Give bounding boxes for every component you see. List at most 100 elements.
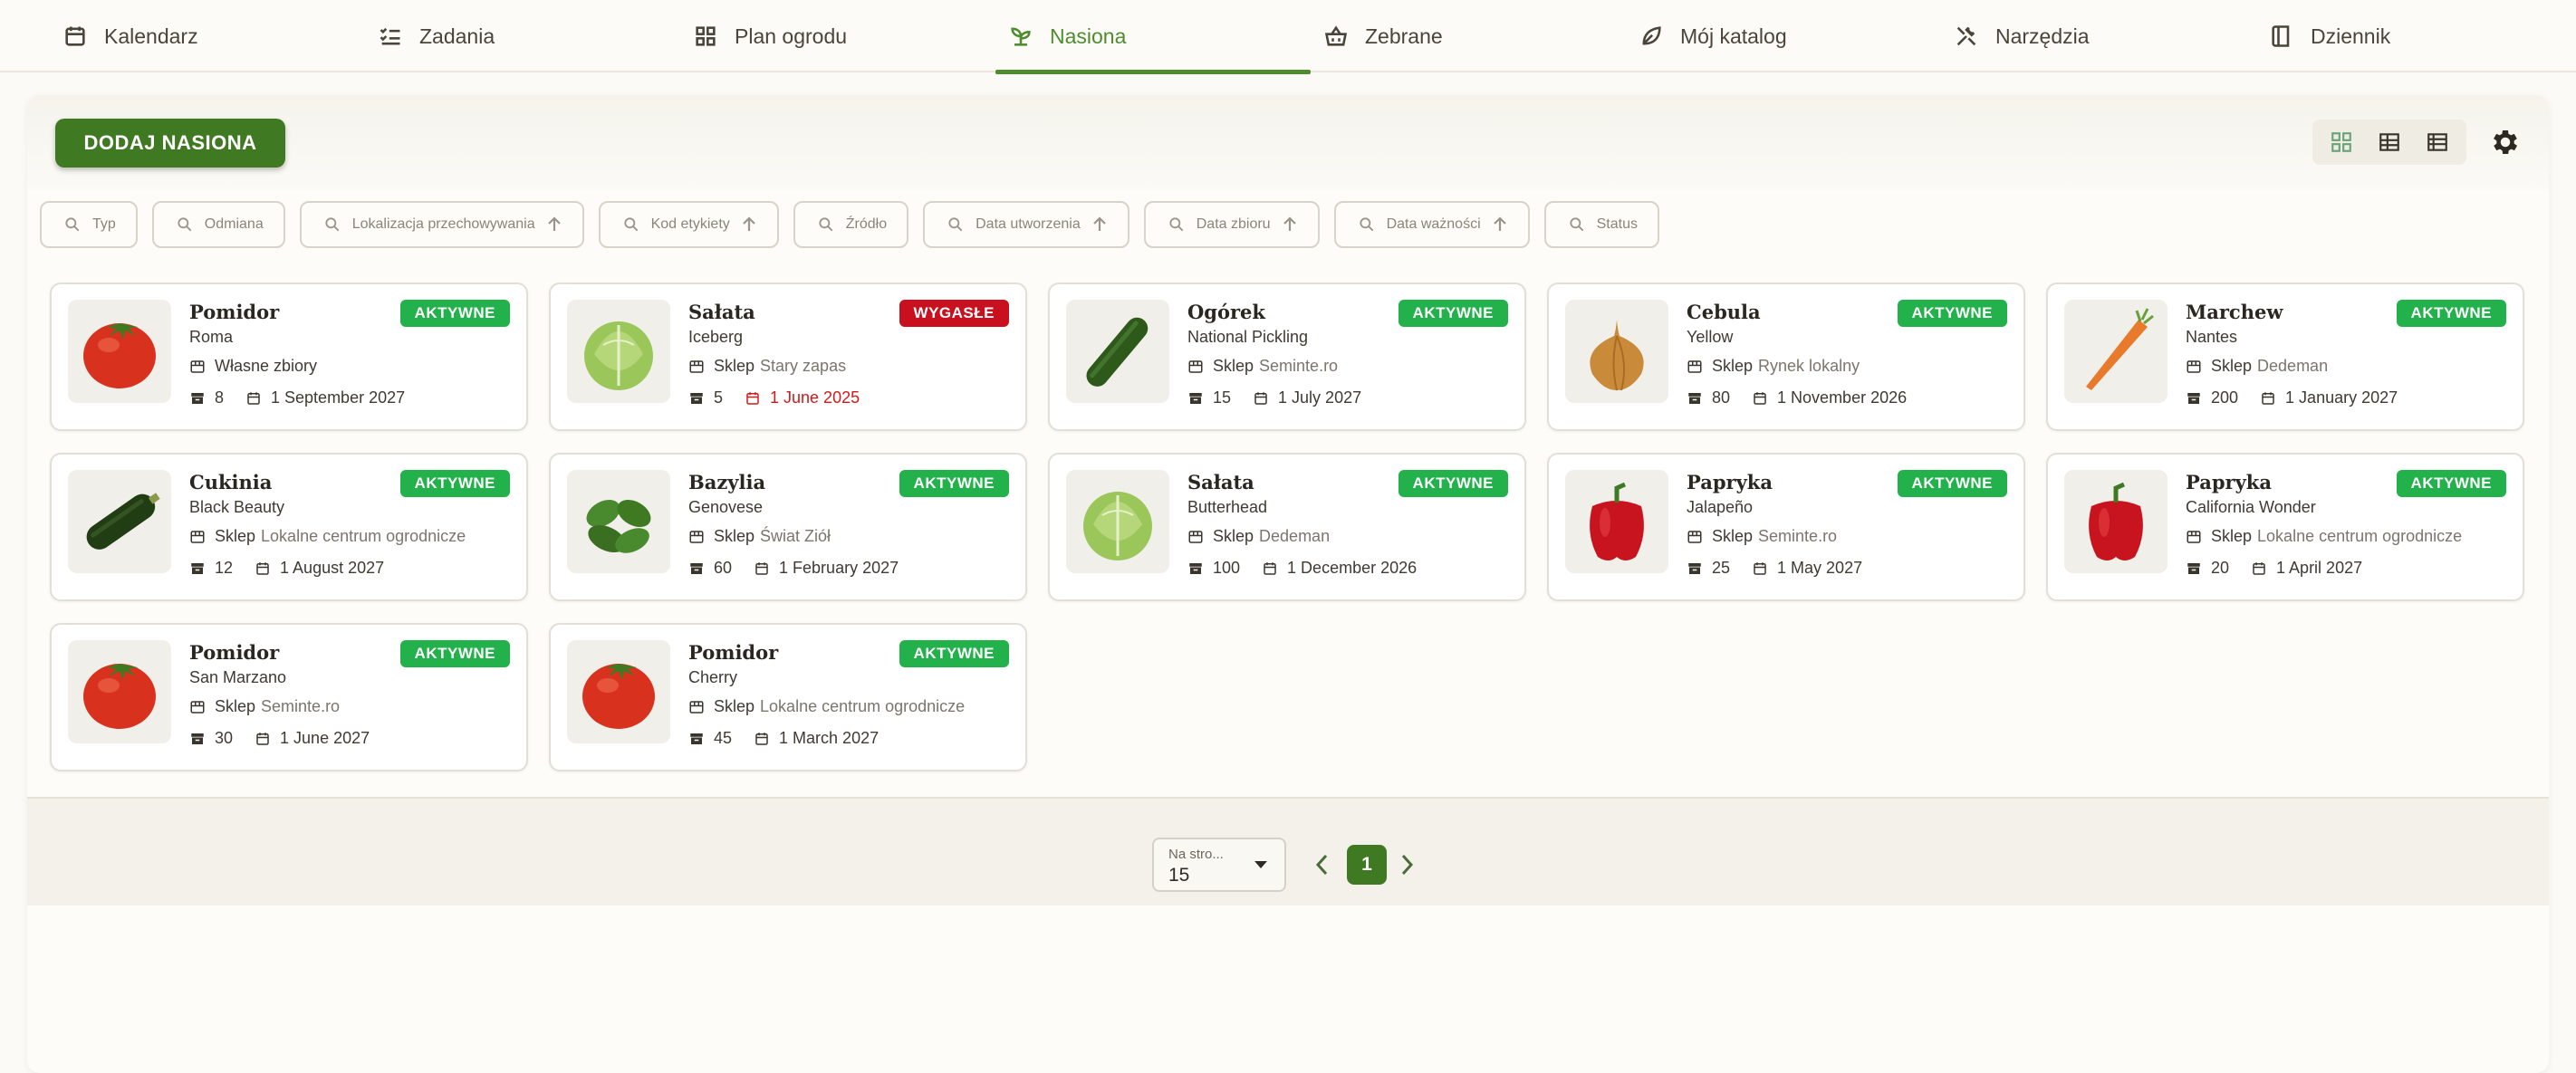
nav-tab-6[interactable]: Narzędzia <box>1941 0 2256 72</box>
seed-card[interactable]: Ogórek National Pickling AKTYWNE Sklep S… <box>1048 283 1526 431</box>
filter-placeholder: Lokalizacja przechowywania <box>351 216 535 232</box>
store-icon <box>1687 530 1702 543</box>
sort-arrow-up-icon[interactable] <box>546 216 562 234</box>
calendar-icon <box>256 561 269 575</box>
seed-image <box>68 470 171 573</box>
nav-tab-label: Dziennik <box>2311 24 2391 48</box>
filter-input[interactable]: Źródło <box>793 201 909 248</box>
cucumber-image <box>1066 300 1169 403</box>
filter-input[interactable]: Data ważności <box>1333 201 1530 248</box>
seed-name: Pomidor <box>189 301 280 323</box>
previous-page-button[interactable] <box>1312 851 1332 878</box>
filter-input[interactable]: Status <box>1543 201 1659 248</box>
seed-image <box>68 300 171 403</box>
seed-card[interactable]: Cukinia Black Beauty AKTYWNE Sklep Lokal… <box>50 453 528 601</box>
expiry-date: 1 March 2027 <box>754 729 879 748</box>
sort-arrow-up-icon[interactable] <box>1492 216 1508 234</box>
seed-card[interactable]: Cebula Yellow AKTYWNE Sklep Rynek lokaln… <box>1547 283 2025 431</box>
seed-card[interactable]: Papryka Jalapeño AKTYWNE Sklep Seminte.r… <box>1547 453 2025 601</box>
nav-tab-3[interactable]: Nasiona <box>995 0 1311 74</box>
seed-card[interactable]: Bazylia Genovese AKTYWNE Sklep Świat Zió… <box>549 453 1027 601</box>
status-badge: AKTYWNE <box>1897 470 2007 497</box>
source-name: Lokalne centrum ogrodnicze <box>2257 527 2463 545</box>
nav-tab-4[interactable]: Zebrane <box>1311 0 1626 72</box>
filter-placeholder: Odmiana <box>204 216 264 232</box>
nav-tab-7[interactable]: Dziennik <box>2256 0 2571 72</box>
seed-card[interactable]: Papryka California Wonder AKTYWNE Sklep … <box>2046 453 2524 601</box>
filter-input[interactable]: Odmiana <box>151 201 285 248</box>
page-number-button[interactable]: 1 <box>1347 845 1387 885</box>
next-page-button[interactable] <box>1397 851 1417 878</box>
expiry-date: 1 June 2025 <box>745 388 860 407</box>
leaf-icon <box>1642 26 1661 45</box>
seed-variety: Cherry <box>688 668 738 686</box>
filter-placeholder: Data zbioru <box>1196 216 1271 232</box>
expiry-date-text: 1 March 2027 <box>779 729 879 747</box>
seed-name: Ogórek <box>1187 301 1265 323</box>
per-page-label: Na stro... <box>1168 847 1224 862</box>
seed-card[interactable]: Pomidor Roma AKTYWNE Własne zbiory 8 1 S… <box>50 283 528 431</box>
source-name: Dedeman <box>1259 527 1331 545</box>
seed-name: Papryka <box>2186 471 2272 493</box>
filter-input[interactable]: Typ <box>40 201 138 248</box>
seed-card[interactable]: Sałata Iceberg WYGASŁE Sklep Stary zapas… <box>549 283 1027 431</box>
source-name: Dedeman <box>2257 357 2329 375</box>
filter-input[interactable]: Lokalizacja przechowywania <box>299 201 584 248</box>
basket-icon <box>1324 25 1348 46</box>
store-icon <box>689 359 704 373</box>
chevron-left-icon <box>1315 854 1328 876</box>
nav-tab-label: Zadania <box>419 24 495 48</box>
add-seeds-button[interactable]: DODAJ NASIONA <box>55 119 285 168</box>
seed-card[interactable]: Sałata Butterhead AKTYWNE Sklep Dedeman … <box>1048 453 1526 601</box>
seed-card[interactable]: Marchew Nantes AKTYWNE Sklep Dedeman 200… <box>2046 283 2524 431</box>
seed-source: Sklep Lokalne centrum ogrodnicze <box>688 697 965 716</box>
box-icon <box>1688 562 1701 574</box>
store-icon <box>689 700 704 714</box>
filter-input[interactable]: Data zbioru <box>1143 201 1320 248</box>
calendar-icon <box>755 732 768 745</box>
expiry-date-text: 1 August 2027 <box>280 559 385 577</box>
calendar-icon <box>2262 391 2274 405</box>
seed-quantity: 45 <box>714 729 733 747</box>
pagination-bar: Na stro... 15 1 <box>27 797 2549 905</box>
seed-quantity: 30 <box>215 729 234 747</box>
source-name: Stary zapas <box>760 357 847 375</box>
source-type: Sklep <box>215 527 256 545</box>
filter-input[interactable]: Kod etykiety <box>598 201 779 248</box>
sort-arrow-up-icon[interactable] <box>1091 216 1108 234</box>
per-page-select[interactable]: Na stro... 15 <box>1152 838 1286 892</box>
nav-tab-5[interactable]: Mój katalog <box>1626 0 1941 72</box>
list-view-button[interactable] <box>2417 124 2457 160</box>
sort-arrow-up-icon[interactable] <box>741 216 757 234</box>
box-icon <box>2187 392 2200 404</box>
seed-card[interactable]: Pomidor Cherry AKTYWNE Sklep Lokalne cen… <box>549 623 1027 771</box>
expiry-date-text: 1 November 2026 <box>1777 388 1908 407</box>
onion-image <box>1565 300 1668 403</box>
source-type: Sklep <box>714 527 755 545</box>
nav-tab-label: Zebrane <box>1365 24 1443 48</box>
expiry-date: 1 November 2026 <box>1752 388 1907 407</box>
seed-variety: Roma <box>189 328 234 346</box>
table-view-button[interactable] <box>2369 124 2409 160</box>
seed-meta: 8 1 September 2027 <box>189 388 405 407</box>
seed-name: Marchew <box>2186 301 2283 323</box>
seeds-panel: DODAJ NASIONA Typ Odmiana Lokalizacja prze… <box>27 95 2549 1073</box>
seed-image <box>2064 470 2167 573</box>
list-view-icon <box>2427 133 2447 151</box>
seed-card[interactable]: Pomidor San Marzano AKTYWNE Sklep Semint… <box>50 623 528 771</box>
calendar-icon <box>65 26 85 46</box>
settings-button[interactable] <box>2484 120 2527 164</box>
search-icon <box>1169 217 1184 232</box>
expiry-date: 1 August 2027 <box>255 559 384 578</box>
filter-input[interactable]: Data utworzenia <box>923 201 1129 248</box>
sort-arrow-up-icon[interactable] <box>1282 216 1298 234</box>
nav-tab-2[interactable]: Plan ogrodu <box>680 0 995 72</box>
seed-variety: National Pickling <box>1187 328 1309 346</box>
status-badge: AKTYWNE <box>2396 300 2506 327</box>
calendar-icon <box>256 732 269 745</box>
nav-tab-0[interactable]: Kalendarz <box>50 0 365 72</box>
search-icon <box>819 217 833 232</box>
nav-tab-1[interactable]: Zadania <box>365 0 680 72</box>
expiry-date-text: 1 June 2027 <box>280 729 370 747</box>
grid-view-button[interactable] <box>2321 124 2361 160</box>
